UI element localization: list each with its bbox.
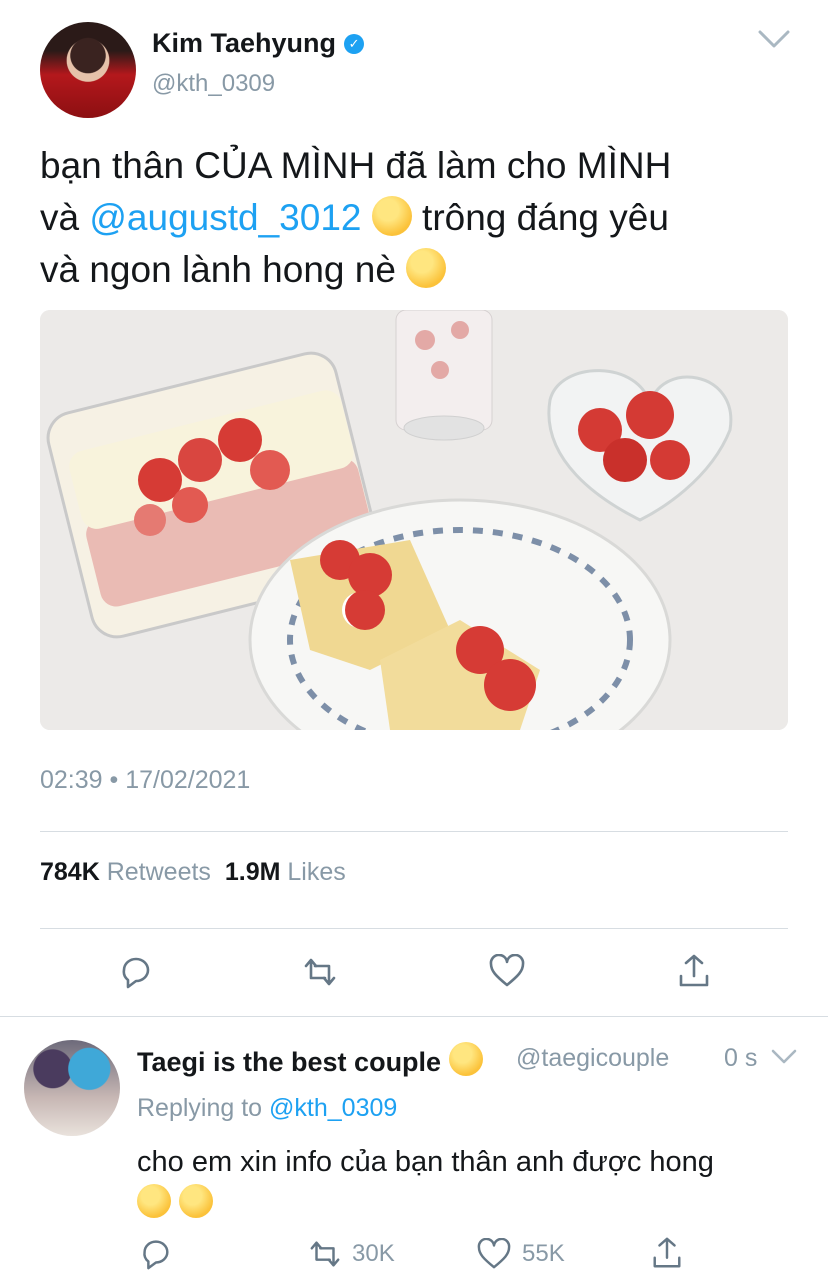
- crying-face-emoji-icon: [179, 1184, 214, 1218]
- tweet-text-line-3-text: và ngon lành hong nè: [40, 249, 396, 290]
- author-name-text: Kim Taehyung: [152, 28, 337, 58]
- tweet-text-line-2-suffix: trông đáng yêu: [422, 197, 669, 238]
- tweet-photo[interactable]: [40, 310, 788, 730]
- author-avatar[interactable]: [40, 22, 136, 118]
- tweet-text-line-1: bạn thân CỦA MÌNH đã làm cho MÌNH: [40, 145, 672, 186]
- reply-time: 0 s: [724, 1044, 758, 1072]
- tweet-text-line-2-prefix: và: [40, 197, 80, 238]
- replying-to-handle[interactable]: @kth_0309: [269, 1094, 397, 1122]
- mention-link[interactable]: @augustd_3012: [89, 197, 361, 238]
- retweets-count[interactable]: 784K: [40, 858, 100, 886]
- reply-like-count[interactable]: 55K: [522, 1240, 565, 1268]
- hugging-face-emoji-icon: [371, 196, 412, 236]
- tweet-text: bạn thân CỦA MÌNH đã làm cho MÌNH và @au…: [40, 140, 800, 296]
- heart-icon[interactable]: [488, 954, 526, 988]
- retweets-label[interactable]: Retweets: [107, 858, 211, 886]
- heart-icon[interactable]: [476, 1238, 512, 1270]
- author-name[interactable]: Kim Taehyung ✓: [152, 28, 365, 59]
- reply-icon[interactable]: [137, 1235, 173, 1271]
- reply-text: cho em xin info của bạn thân anh được ho…: [137, 1142, 797, 1224]
- divider: [0, 1016, 828, 1017]
- reply-retweet-count[interactable]: 30K: [352, 1240, 395, 1268]
- likes-label[interactable]: Likes: [287, 858, 345, 886]
- tweet-text-line-2: và @augustd_3012 trông đáng yêu: [40, 192, 800, 244]
- reply-author-handle[interactable]: @taegicouple: [516, 1044, 669, 1073]
- reply-icon[interactable]: [116, 952, 154, 990]
- verified-badge-icon: ✓: [344, 33, 365, 54]
- tweet-timestamp[interactable]: 02:39 • 17/02/2021: [40, 766, 250, 795]
- chevron-down-icon[interactable]: [756, 24, 792, 54]
- strawberry-dessert-photo: [40, 310, 788, 730]
- reply-text-body: cho em xin info của bạn thân anh được ho…: [137, 1146, 714, 1178]
- reply-emojis: [137, 1184, 797, 1224]
- likes-count[interactable]: 1.9M: [225, 858, 281, 886]
- replying-to-label: Replying to: [137, 1094, 263, 1122]
- divider: [40, 831, 788, 832]
- crying-face-emoji-icon: [137, 1184, 171, 1218]
- smiling-face-with-hearts-emoji-icon: [406, 248, 447, 288]
- retweet-icon[interactable]: [300, 954, 340, 990]
- share-icon[interactable]: [650, 1235, 684, 1271]
- relieved-face-emoji-icon: [448, 1042, 483, 1076]
- reply-author-avatar[interactable]: [24, 1040, 120, 1136]
- reply-author-name[interactable]: Taegi is the best couple: [137, 1042, 483, 1078]
- share-icon[interactable]: [676, 952, 712, 990]
- author-handle[interactable]: @kth_0309: [152, 70, 275, 98]
- reply-author-name-text: Taegi is the best couple: [137, 1047, 442, 1077]
- retweet-icon[interactable]: [306, 1237, 344, 1271]
- divider: [40, 928, 788, 929]
- replying-to: Replying to @kth_0309: [137, 1094, 397, 1123]
- tweet-stats: 784K Retweets 1.9M Likes: [40, 858, 346, 887]
- tweet-text-line-3: và ngon lành hong nè: [40, 244, 800, 296]
- chevron-down-icon[interactable]: [770, 1046, 798, 1068]
